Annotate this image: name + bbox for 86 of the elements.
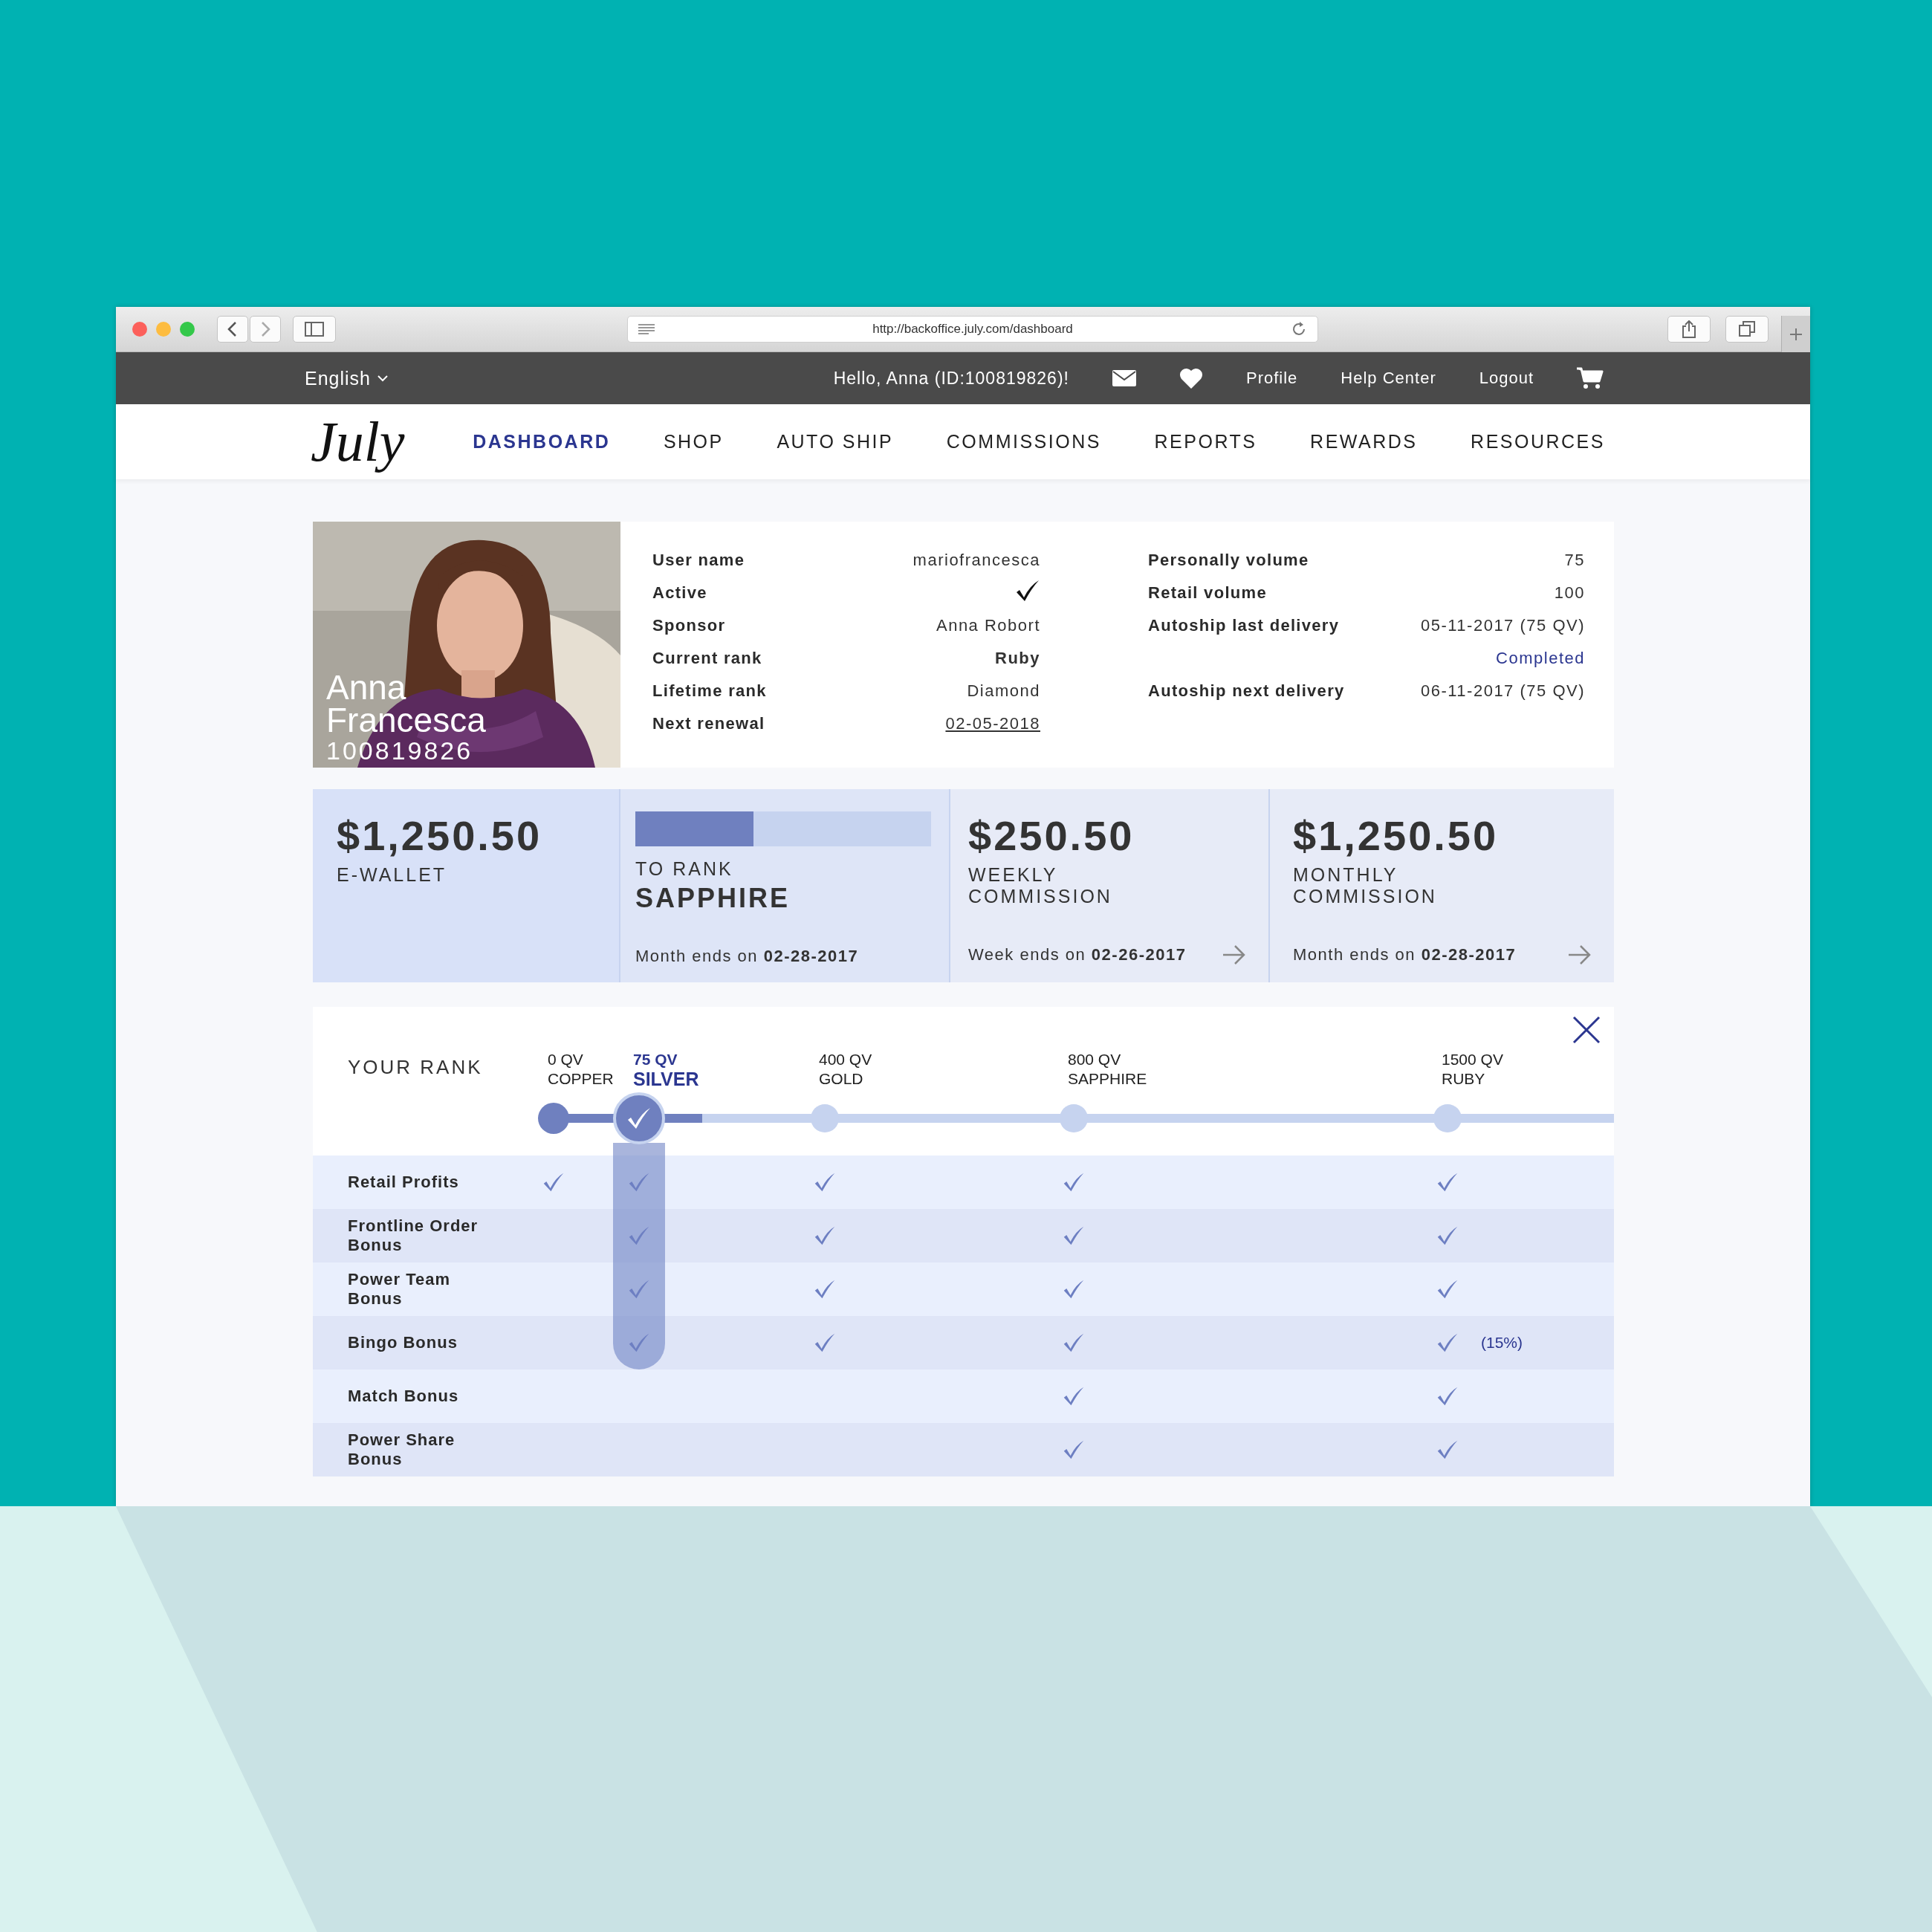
tabs-icon [1739, 321, 1755, 337]
nav-tab[interactable]: REPORTS [1154, 431, 1257, 453]
bonus-label: Power Team Bonus [347, 1270, 451, 1309]
stat-label: WEEKLY COMMISSION [968, 864, 1113, 907]
amount-text: $1,250.50 [1293, 811, 1500, 860]
top-link[interactable]: Logout [1479, 369, 1534, 388]
detail-value: Diamond [967, 681, 1040, 701]
chevron-right-icon [259, 321, 271, 337]
detail-value: 100 [1554, 583, 1585, 603]
detail-label: Next renewal [652, 714, 766, 733]
share-button[interactable] [1667, 316, 1711, 343]
nav-tab[interactable]: DASHBOARD [473, 431, 611, 453]
nav-tab[interactable]: COMMISSIONS [946, 431, 1101, 453]
arrow-right-icon[interactable] [1568, 944, 1592, 966]
panel-title: YOUR RANK [347, 1055, 484, 1080]
rank-qv: 1500 QV [1442, 1050, 1504, 1069]
status-text: Completed [1496, 649, 1585, 668]
nav-tab[interactable]: RESOURCES [1471, 431, 1605, 453]
back-button[interactable] [217, 316, 248, 343]
detail-label: Sponsor [652, 616, 727, 635]
period-text: Month ends on 02-28-2017 [635, 947, 859, 966]
stat-label: MONTHLY COMMISSION [1293, 864, 1438, 907]
stat-label: TO RANK [635, 858, 734, 880]
tabs-button[interactable] [1725, 316, 1769, 343]
rank-qv: 75 QV [633, 1050, 678, 1069]
close-icon[interactable] [1572, 1016, 1601, 1044]
rank-label: SILVER [633, 1069, 700, 1089]
bonus-label: Retail Profits [347, 1173, 460, 1192]
rank-marker[interactable] [538, 1103, 569, 1134]
rank-name: SAPPHIRE [635, 883, 791, 914]
detail-label: Autoship next delivery [1148, 681, 1345, 701]
renewal-date-link[interactable]: 02-05-2018 [945, 714, 1040, 733]
rank-qv: 400 QV [819, 1050, 873, 1069]
reader-icon[interactable] [638, 323, 655, 335]
chevron-left-icon [227, 321, 239, 337]
bonus-label: Frontline Order Bonus [347, 1216, 479, 1255]
detail-value: Ruby [995, 649, 1040, 668]
rank-label: SAPPHIRE [1068, 1069, 1148, 1089]
detail-value: mariofrancesca [912, 551, 1040, 570]
rank-qv: 0 QV [548, 1050, 584, 1069]
detail-value: 06-11-2017 (75 QV) [1420, 681, 1585, 701]
detail-label: Autoship last delivery [1148, 616, 1341, 635]
language-dropdown[interactable]: English [305, 367, 389, 389]
detail-label: Personally volume [1148, 551, 1310, 570]
rank-label: RUBY [1442, 1069, 1486, 1089]
rank-qv: 800 QV [1068, 1050, 1122, 1069]
reload-icon[interactable] [1291, 321, 1307, 337]
rank-label: GOLD [819, 1069, 864, 1089]
top-link[interactable]: Profile [1245, 369, 1298, 388]
chevron-down-icon [377, 375, 389, 382]
new-tab-button[interactable] [1781, 316, 1810, 352]
detail-label: User name [652, 551, 746, 570]
greeting-text: Hello, Anna (ID:100819826)! [833, 368, 1069, 389]
mail-icon[interactable] [1112, 370, 1136, 386]
period-text: Week ends on 02-26-2017 [968, 945, 1187, 965]
detail-label: Lifetime rank [652, 681, 767, 701]
logo[interactable]: July [311, 409, 405, 474]
detail-value: 75 [1564, 551, 1585, 570]
amount-text: $250.50 [968, 811, 1135, 860]
arrow-right-icon[interactable] [1222, 944, 1246, 966]
sidebar-icon [305, 322, 324, 337]
address-bar[interactable]: http://backoffice.july.com/dashboard [627, 316, 1318, 343]
bonus-label: Match Bonus [347, 1387, 460, 1406]
nav-tab[interactable]: REWARDS [1310, 431, 1418, 453]
top-link[interactable]: Help Center [1341, 369, 1436, 388]
close-window-button[interactable] [132, 322, 147, 337]
check-icon [626, 1107, 652, 1129]
plus-icon [1789, 326, 1803, 342]
share-icon [1682, 320, 1696, 338]
detail-label: Active [652, 583, 708, 603]
bonus-label: Bingo Bonus [347, 1333, 458, 1352]
nav-tab[interactable]: AUTO SHIP [777, 431, 894, 453]
bonus-label: Power Share Bonus [347, 1430, 456, 1469]
detail-value: 05-11-2017 (75 QV) [1420, 616, 1585, 635]
sidebar-button[interactable] [293, 316, 336, 343]
detail-label: Current rank [652, 649, 763, 668]
nav-tab[interactable]: SHOP [663, 431, 724, 453]
cart-icon[interactable] [1577, 366, 1604, 390]
period-text: Month ends on 02-28-2017 [1293, 945, 1517, 965]
detail-label: Retail volume [1148, 583, 1268, 603]
heart-icon[interactable] [1179, 368, 1203, 389]
amount-text: $1,250.50 [337, 811, 543, 860]
bonus-note: (15%) [1481, 1334, 1523, 1352]
rank-label: COPPER [548, 1069, 615, 1089]
stat-label: E-WALLET [337, 864, 448, 886]
detail-value: Anna Robort [936, 616, 1040, 635]
